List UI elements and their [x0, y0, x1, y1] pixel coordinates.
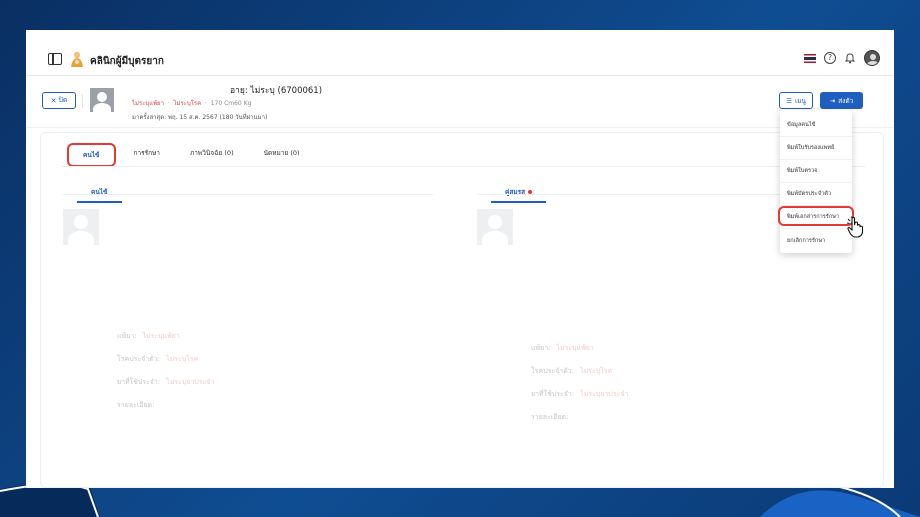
spouse-heading[interactable]: คู่สมรส — [491, 187, 547, 203]
detail-field: รายละเอียด: — [117, 401, 155, 409]
tab-bar: คนไข้ การรักษา ภาพวินิจฉัย (0) นัดหมาย (… — [67, 143, 304, 167]
menu-dropdown: ข้อมูลคนไข้ พิมพ์ใบรับรองแพทย์ พิมพ์ใบตร… — [780, 110, 852, 253]
spouse-allergy-field: แพ้ยา: ไม่ระบุแพ้ยา — [531, 344, 594, 352]
menu-item-id-card[interactable]: พิมพ์บัตรประจำตัว — [780, 183, 852, 206]
tab-appointments[interactable]: นัดหมาย (0) — [260, 143, 304, 167]
tab-treatment[interactable]: การรักษา — [130, 143, 164, 167]
user-avatar[interactable] — [864, 50, 880, 66]
spouse-disease-field: โรคประจำตัว: ไม่ระบุโรค — [531, 367, 613, 375]
tab-diagnosis-images[interactable]: ภาพวินิจฉัย (0) — [186, 143, 238, 167]
menu-button[interactable]: ☰ เมนู — [779, 92, 813, 109]
spouse-detail-field: รายละเอียด: — [531, 413, 569, 421]
patient-thumbnail — [63, 209, 99, 245]
patient-age: อายุ: ไม่ระบุ (6700061) — [230, 86, 323, 96]
patient-column: คนไข้ แพ้ยา: ไม่ระบุแพ้ยา โรคประจำตัว: ไม่… — [63, 179, 433, 469]
send-button[interactable]: ⇥ ส่งตัว — [820, 92, 863, 109]
menu-item-cancel-treatment[interactable]: ยกเลิกการรักษา — [780, 229, 852, 252]
hand-pointer-icon — [846, 216, 864, 238]
disease-field: โรคประจำตัว: ไม่ระบุโรค — [117, 355, 199, 363]
medication-field: ยาที่ใช้ประจำ: ไม่ระบุยาประจำ — [117, 378, 215, 386]
divider — [82, 94, 83, 108]
column-divider — [63, 194, 433, 195]
close-button[interactable]: ✕ ปิด — [42, 92, 76, 109]
app-window: คลินิกผู้มีบุตรยาก ? ✕ ปิด อายุ: ไม่ระบุ… — [26, 30, 894, 488]
tab-divider — [61, 166, 865, 167]
bell-icon[interactable] — [844, 52, 856, 64]
top-bar-actions: ? — [804, 50, 880, 66]
tab-patient[interactable]: คนไข้ — [67, 143, 116, 167]
hamburger-icon: ☰ — [786, 96, 792, 105]
exit-arrow-icon: ⇥ — [829, 96, 836, 105]
spouse-medication-field: ยาที่ใช้ประจำ: ไม่ระบุยาประจำ — [531, 390, 629, 398]
patient-bar: ✕ ปิด อายุ: ไม่ระบุ (6700061) ไม่ระบุแพ้… — [26, 76, 894, 128]
sidebar-toggle-icon[interactable] — [48, 53, 62, 65]
clinic-name: คลินิกผู้มีบุตรยาก — [90, 56, 164, 67]
spouse-thumbnail — [477, 209, 513, 245]
help-icon[interactable]: ? — [824, 52, 836, 64]
highlight-ring — [778, 206, 854, 226]
last-visit: มาครั้งล่าสุด: พฤ. 15 ส.ค. 2567 (180 วัน… — [132, 114, 268, 121]
patient-heading[interactable]: คนไข้ — [77, 187, 122, 203]
menu-item-exam-sheet[interactable]: พิมพ์ใบตรวจ — [780, 160, 852, 183]
menu-item-medical-certificate[interactable]: พิมพ์ใบรับรองแพทย์ — [780, 137, 852, 160]
thai-flag-icon[interactable] — [804, 53, 816, 63]
allergy-field: แพ้ยา: ไม่ระบุแพ้ยา — [117, 332, 180, 340]
close-icon: ✕ — [50, 96, 57, 105]
content-card: คนไข้ การรักษา ภาพวินิจฉัย (0) นัดหมาย (… — [40, 132, 884, 488]
menu-item-patient-info[interactable]: ข้อมูลคนไข้ — [780, 114, 852, 137]
patient-photo — [90, 88, 114, 112]
patient-info: ไม่ระบุแพ้ยา · ไม่ระบุโรค · 170 Cm60 Kg — [132, 100, 252, 107]
clinic-logo-icon — [71, 51, 83, 67]
top-bar: คลินิกผู้มีบุตรยาก ? — [26, 30, 894, 76]
